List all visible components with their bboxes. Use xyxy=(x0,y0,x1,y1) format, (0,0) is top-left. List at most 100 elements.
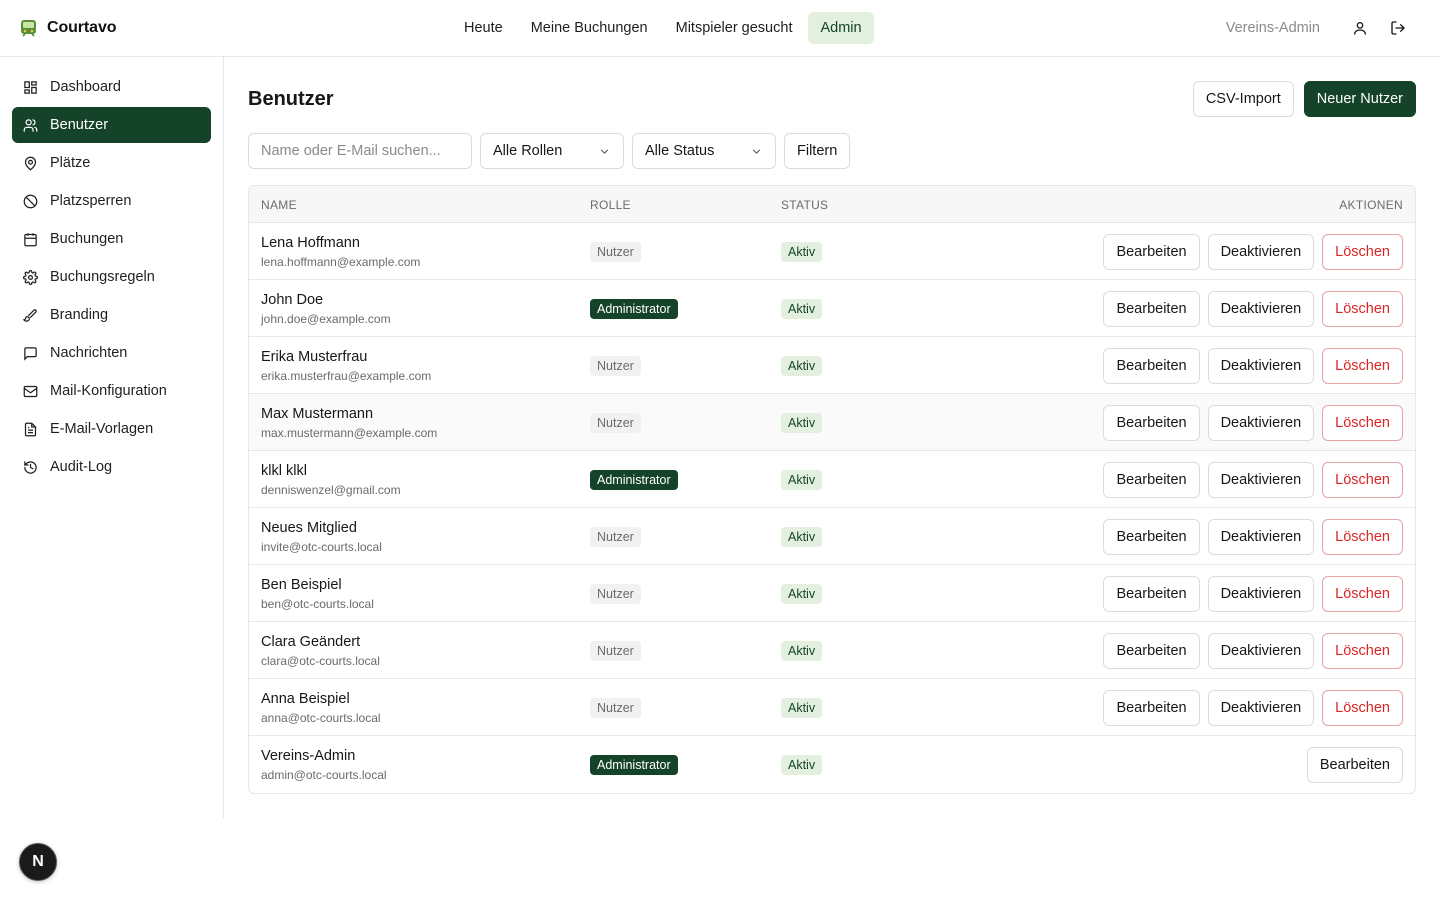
deactivate-button[interactable]: Deaktivieren xyxy=(1207,462,1315,498)
status-badge: Aktiv xyxy=(781,584,823,604)
gear-icon xyxy=(23,269,38,285)
csv-import-button[interactable]: CSV-Import xyxy=(1192,81,1294,117)
status-badge: Aktiv xyxy=(781,755,823,775)
filter-button[interactable]: Filtern xyxy=(784,133,851,169)
new-user-button[interactable]: Neuer Nutzer xyxy=(1303,81,1416,117)
sidebar-item-email-vorlagen[interactable]: E-Mail-Vorlagen xyxy=(12,411,211,447)
dashboard-icon xyxy=(24,80,37,94)
edit-button[interactable]: Bearbeiten xyxy=(1103,462,1200,498)
edit-button[interactable]: Bearbeiten xyxy=(1103,690,1200,726)
delete-button[interactable]: Löschen xyxy=(1322,633,1403,669)
edit-button[interactable]: Bearbeiten xyxy=(1103,405,1200,441)
delete-button[interactable]: Löschen xyxy=(1322,348,1403,384)
users-icon xyxy=(23,118,38,132)
status-badge: Aktiv xyxy=(781,242,823,262)
sidebar-item-audit-log[interactable]: Audit-Log xyxy=(12,449,211,485)
deactivate-button[interactable]: Deaktivieren xyxy=(1207,576,1315,612)
profile-button[interactable] xyxy=(1344,12,1376,44)
column-header-role: ROLLE xyxy=(590,197,631,212)
edit-button[interactable]: Bearbeiten xyxy=(1103,576,1200,612)
dev-indicator-button[interactable]: N xyxy=(19,843,57,881)
sidebar-item-dashboard[interactable]: Dashboard xyxy=(12,69,211,105)
sidebar-item-label: Plätze xyxy=(50,155,91,171)
table-row: klkl klkl denniswenzel@gmail.com Adminis… xyxy=(249,451,1415,508)
role-badge: Administrator xyxy=(590,470,678,490)
sidebar-item-label: Buchungsregeln xyxy=(50,269,155,285)
user-cell: Anna Beispiel anna@otc-courts.local xyxy=(261,691,381,726)
topnav-item-heute[interactable]: Heute xyxy=(452,12,515,44)
role-badge: Nutzer xyxy=(590,584,641,604)
edit-button[interactable]: Bearbeiten xyxy=(1103,519,1200,555)
row-actions: Bearbeiten Deaktivieren Löschen xyxy=(1103,633,1403,669)
status-badge: Aktiv xyxy=(781,299,823,319)
status-select[interactable]: Alle Status xyxy=(632,133,776,169)
brand[interactable]: Courtavo xyxy=(20,0,117,56)
edit-button[interactable]: Bearbeiten xyxy=(1306,747,1403,783)
table-row: John Doe john.doe@example.com Administra… xyxy=(249,280,1415,337)
sidebar-item-buchungen[interactable]: Buchungen xyxy=(12,221,211,257)
sidebar-item-platzsperren[interactable]: Platzsperren xyxy=(12,183,211,219)
user-cell: Clara Geändert clara@otc-courts.local xyxy=(261,634,380,669)
user-name: Max Mustermann xyxy=(261,406,374,422)
user-email: max.mustermann@example.com xyxy=(261,426,438,440)
deactivate-button[interactable]: Deaktivieren xyxy=(1207,234,1315,270)
deactivate-button[interactable]: Deaktivieren xyxy=(1207,519,1315,555)
user-cell: Ben Beispiel ben@otc-courts.local xyxy=(261,577,374,612)
delete-button[interactable]: Löschen xyxy=(1322,405,1403,441)
topnav-item-meine-buchungen[interactable]: Meine Buchungen xyxy=(519,12,660,44)
status-badge: Aktiv xyxy=(781,641,823,661)
page-title: Benutzer xyxy=(248,88,334,110)
deactivate-button[interactable]: Deaktivieren xyxy=(1207,633,1315,669)
deactivate-button[interactable]: Deaktivieren xyxy=(1207,291,1315,327)
delete-button[interactable]: Löschen xyxy=(1322,234,1403,270)
role-badge: Nutzer xyxy=(590,641,641,661)
logout-button[interactable] xyxy=(1382,12,1414,44)
message-icon xyxy=(24,346,37,361)
map-pin-icon xyxy=(24,156,37,171)
admin-sidebar: Dashboard Benutzer Plätze Platzsperren B… xyxy=(0,57,224,818)
user-name: Vereins-Admin xyxy=(261,748,356,764)
sidebar-item-label: Mail-Konfiguration xyxy=(50,383,167,399)
role-select[interactable]: Alle Rollen xyxy=(480,133,624,169)
sidebar-item-label: Dashboard xyxy=(50,79,121,95)
role-badge: Nutzer xyxy=(590,242,641,262)
current-role-label: Vereins-Admin xyxy=(1225,20,1320,36)
edit-button[interactable]: Bearbeiten xyxy=(1103,234,1200,270)
delete-button[interactable]: Löschen xyxy=(1322,576,1403,612)
filter-bar: Alle Rollen Alle Status Filtern xyxy=(248,133,851,169)
sidebar-item-plaetze[interactable]: Plätze xyxy=(12,145,211,181)
user-name: klkl klkl xyxy=(261,463,307,479)
edit-button[interactable]: Bearbeiten xyxy=(1103,291,1200,327)
status-badge: Aktiv xyxy=(781,413,823,433)
delete-button[interactable]: Löschen xyxy=(1322,690,1403,726)
sidebar-item-benutzer[interactable]: Benutzer xyxy=(12,107,211,143)
row-actions: Bearbeiten Deaktivieren Löschen xyxy=(1103,690,1403,726)
deactivate-button[interactable]: Deaktivieren xyxy=(1207,405,1315,441)
sidebar-item-buchungsregeln[interactable]: Buchungsregeln xyxy=(12,259,211,295)
user-name: Erika Musterfrau xyxy=(261,349,368,365)
deactivate-button[interactable]: Deaktivieren xyxy=(1207,348,1315,384)
topnav-item-admin[interactable]: Admin xyxy=(808,12,874,44)
row-actions: Bearbeiten Deaktivieren Löschen xyxy=(1103,462,1403,498)
edit-button[interactable]: Bearbeiten xyxy=(1103,348,1200,384)
delete-button[interactable]: Löschen xyxy=(1322,291,1403,327)
sidebar-item-nachrichten[interactable]: Nachrichten xyxy=(12,335,211,371)
edit-button[interactable]: Bearbeiten xyxy=(1103,633,1200,669)
chevron-down-icon xyxy=(752,148,761,154)
sidebar-item-mail-konfiguration[interactable]: Mail-Konfiguration xyxy=(12,373,211,409)
delete-button[interactable]: Löschen xyxy=(1322,519,1403,555)
sidebar-item-label: Platzsperren xyxy=(50,193,132,209)
delete-button[interactable]: Löschen xyxy=(1322,462,1403,498)
user-name: Anna Beispiel xyxy=(261,691,350,707)
deactivate-button[interactable]: Deaktivieren xyxy=(1207,690,1315,726)
user-name: Clara Geändert xyxy=(261,634,361,650)
row-actions: Bearbeiten Deaktivieren Löschen xyxy=(1103,405,1403,441)
user-email: denniswenzel@gmail.com xyxy=(261,483,401,497)
user-cell: Erika Musterfrau erika.musterfrau@exampl… xyxy=(261,349,431,384)
search-input[interactable] xyxy=(248,133,472,169)
user-cell: Neues Mitglied invite@otc-courts.local xyxy=(261,520,382,555)
sidebar-item-branding[interactable]: Branding xyxy=(12,297,211,333)
sidebar-item-label: Benutzer xyxy=(50,117,109,133)
topnav-item-mitspieler-gesucht[interactable]: Mitspieler gesucht xyxy=(664,12,805,44)
dev-indicator-label: N xyxy=(32,853,44,870)
